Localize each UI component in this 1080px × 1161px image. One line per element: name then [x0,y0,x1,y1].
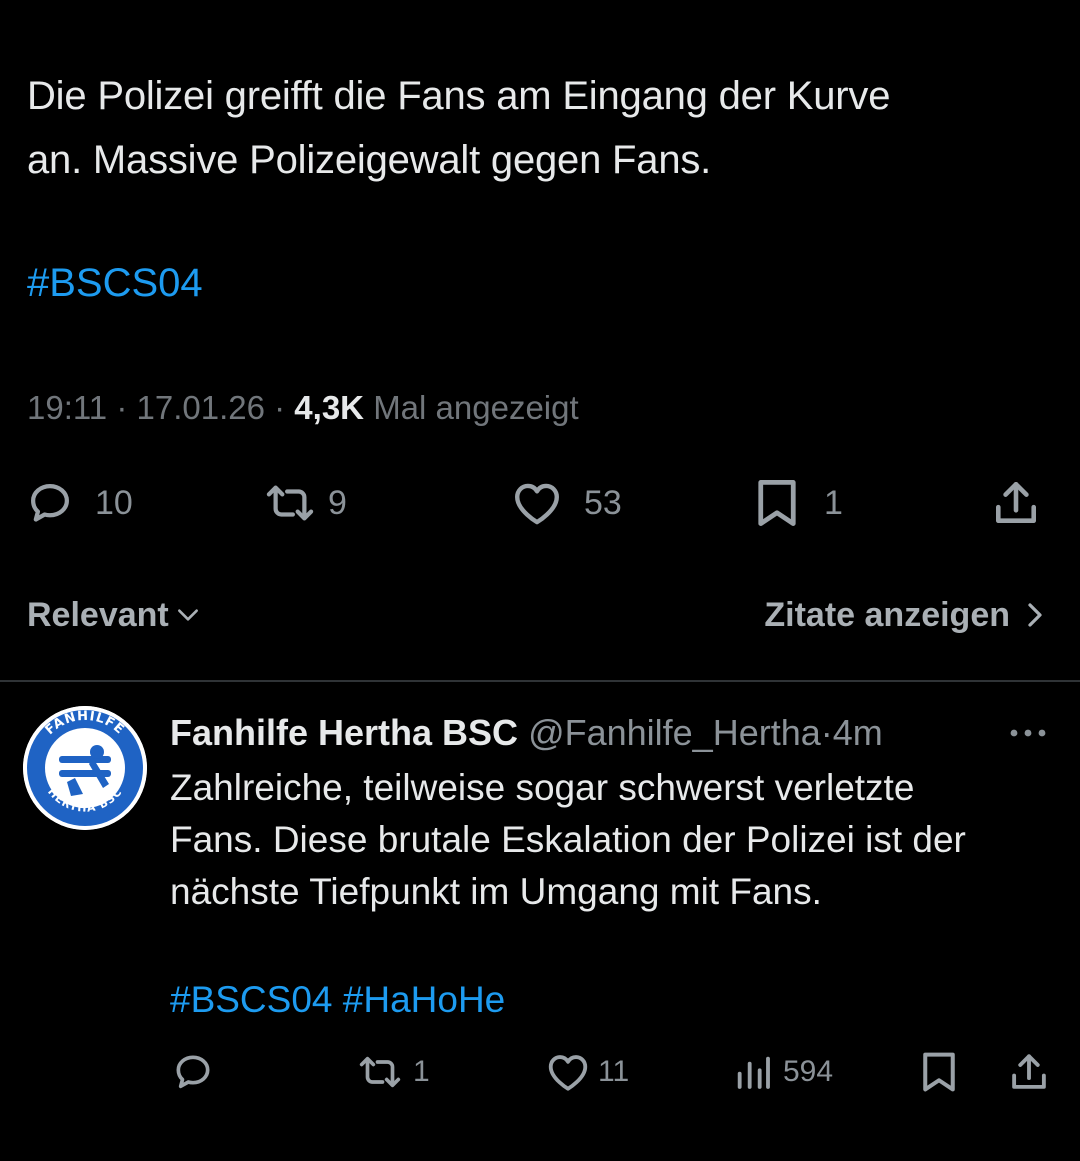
sort-label: Relevant [27,596,169,634]
hashtag-link[interactable]: #BSCS04 [170,979,333,1020]
views-count: 4,3K [294,389,365,426]
reply-text-line: Zahlreiche, teilweise sogar schwerst ver… [170,767,915,808]
repost-button[interactable]: 9 [262,476,347,530]
bar-chart-icon [733,1052,773,1092]
reply-header: Fanhilfe Hertha BSC @Fanhilfe_Hertha·4m [170,710,883,756]
reply-text-line: Fans. Diese brutale Eskalation der Poliz… [170,819,966,860]
bookmark-button[interactable] [918,1050,960,1094]
chevron-right-icon [1024,600,1046,630]
share-button[interactable] [990,476,1042,530]
like-button[interactable]: 11 [546,1050,629,1094]
reply-button[interactable] [173,1050,213,1094]
share-upload-icon [1007,1051,1051,1093]
tweet-text-line: an. Massive Polizeigewalt gegen Fans. [27,138,712,182]
like-count: 11 [598,1055,630,1088]
bookmark-button[interactable]: 1 [752,476,843,530]
views-label: Mal angezeigt [373,389,579,426]
sort-dropdown[interactable]: Relevant [27,588,201,642]
reply-time[interactable]: 4m [833,712,883,753]
repost-count: 1 [413,1055,430,1088]
hashtag-link[interactable]: #HaHoHe [343,979,505,1020]
views-button[interactable]: 594 [733,1050,833,1094]
bookmark-icon [918,1050,960,1094]
speech-bubble-icon [173,1052,213,1092]
repost-count: 9 [328,483,347,522]
reply-tweet[interactable]: FANHILFE HERTHA BSC Fanhilfe Hertha BSC … [0,682,1080,1161]
repost-button[interactable]: 1 [355,1050,430,1094]
author-name[interactable]: Fanhilfe Hertha BSC [170,712,518,753]
meta-separator: · [116,389,128,426]
avatar[interactable]: FANHILFE HERTHA BSC [23,706,147,830]
show-quotes-link[interactable]: Zitate anzeigen [764,588,1046,642]
bookmark-icon [752,477,802,529]
like-button[interactable]: 53 [512,476,622,530]
reply-filter-row: Relevant Zitate anzeigen [0,588,1080,642]
main-tweet: Die Polizei greifft die Fans am Eingang … [0,0,1080,680]
reply-text-line: nächste Tiefpunkt im Umgang mit Fans. [170,871,822,912]
reply-count: 10 [95,483,133,522]
tweet-date[interactable]: 17.01.26 [136,389,264,426]
share-upload-icon [990,478,1042,528]
reply-hashtags: #BSCS04 #HaHoHe [170,974,505,1026]
repost-arrows-icon [355,1052,405,1092]
quotes-label: Zitate anzeigen [764,596,1010,634]
views-count: 594 [783,1055,834,1088]
bookmark-count: 1 [824,483,843,522]
like-count: 53 [584,483,622,522]
chevron-down-icon [175,602,201,628]
reply-button[interactable]: 10 [27,476,133,530]
tweet-text: Die Polizei greifft die Fans am Eingang … [27,64,1047,192]
tweet-text-line: Die Polizei greifft die Fans am Eingang … [27,74,891,118]
repost-arrows-icon [262,480,318,526]
tweet-meta: 19:11 · 17.01.26 · 4,3K Mal angezeigt [27,386,579,430]
speech-bubble-icon [27,480,73,526]
more-dots-icon[interactable] [1008,726,1048,745]
heart-icon [512,480,562,526]
author-handle[interactable]: @Fanhilfe_Hertha [528,712,821,753]
meta-separator: · [274,389,286,426]
heart-icon [546,1052,590,1092]
tweet-time[interactable]: 19:11 [27,389,107,426]
header-separator: · [820,712,833,753]
reply-text: Zahlreiche, teilweise sogar schwerst ver… [170,762,1060,918]
share-button[interactable] [1007,1050,1051,1094]
hashtag-link[interactable]: #BSCS04 [27,253,203,313]
